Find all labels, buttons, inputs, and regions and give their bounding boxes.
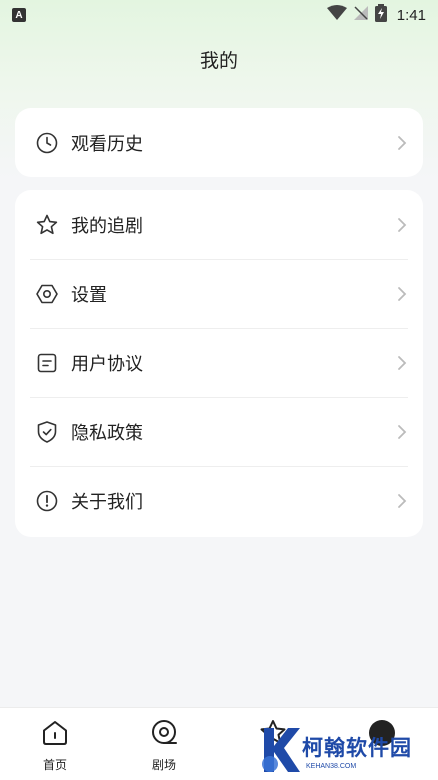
chevron-right-icon [397, 217, 409, 233]
chevron-right-icon [397, 135, 409, 151]
watermark-text: 柯翰软件园 [302, 736, 412, 760]
chevron-right-icon [397, 493, 409, 509]
menu-item-label: 我的追剧 [71, 215, 143, 237]
menu-item-label: 隐私政策 [71, 422, 143, 444]
menu-item-settings[interactable]: 设置 [15, 259, 423, 328]
watermark-subtext: KEHAN38.COM [306, 763, 357, 770]
menu-item-label: 用户协议 [71, 353, 143, 375]
status-bar: A 1:41 [0, 0, 438, 30]
watermark-logo: 柯翰软件园 KEHAN38.COM [258, 722, 438, 780]
shield-check-icon [35, 420, 59, 444]
status-time: 1:41 [396, 6, 426, 24]
signal-icon [353, 5, 369, 25]
wifi-icon [326, 5, 347, 25]
hexagon-settings-icon [35, 282, 59, 306]
tab-label: 剧场 [151, 758, 176, 772]
battery-icon [374, 4, 387, 26]
document-icon [35, 351, 59, 375]
notification-badge: A [12, 8, 26, 22]
info-exclamation-icon [35, 489, 59, 513]
page-title: 我的 [199, 50, 238, 72]
menu-card: 我的追剧 设置 用户协议 隐私政策 关于我们 [15, 190, 423, 537]
home-icon [40, 718, 70, 752]
chevron-right-icon [397, 424, 409, 440]
history-card: 观看历史 [15, 108, 423, 177]
chevron-right-icon [397, 286, 409, 302]
menu-item-privacy-policy[interactable]: 隐私政策 [15, 397, 423, 466]
film-reel-icon [149, 718, 179, 752]
clock-icon [35, 131, 59, 155]
menu-item-label: 观看历史 [71, 133, 143, 155]
menu-item-label: 设置 [71, 284, 107, 306]
menu-item-about-us[interactable]: 关于我们 [15, 466, 423, 535]
tab-label: 首页 [42, 758, 67, 772]
chevron-right-icon [397, 355, 409, 371]
tab-home[interactable]: 首页 [25, 718, 85, 773]
menu-item-user-agreement[interactable]: 用户协议 [15, 328, 423, 397]
menu-item-label: 关于我们 [71, 491, 143, 513]
tab-theater[interactable]: 剧场 [134, 718, 194, 773]
menu-item-history[interactable]: 观看历史 [15, 108, 423, 177]
star-icon [35, 213, 59, 237]
menu-item-following[interactable]: 我的追剧 [15, 190, 423, 259]
